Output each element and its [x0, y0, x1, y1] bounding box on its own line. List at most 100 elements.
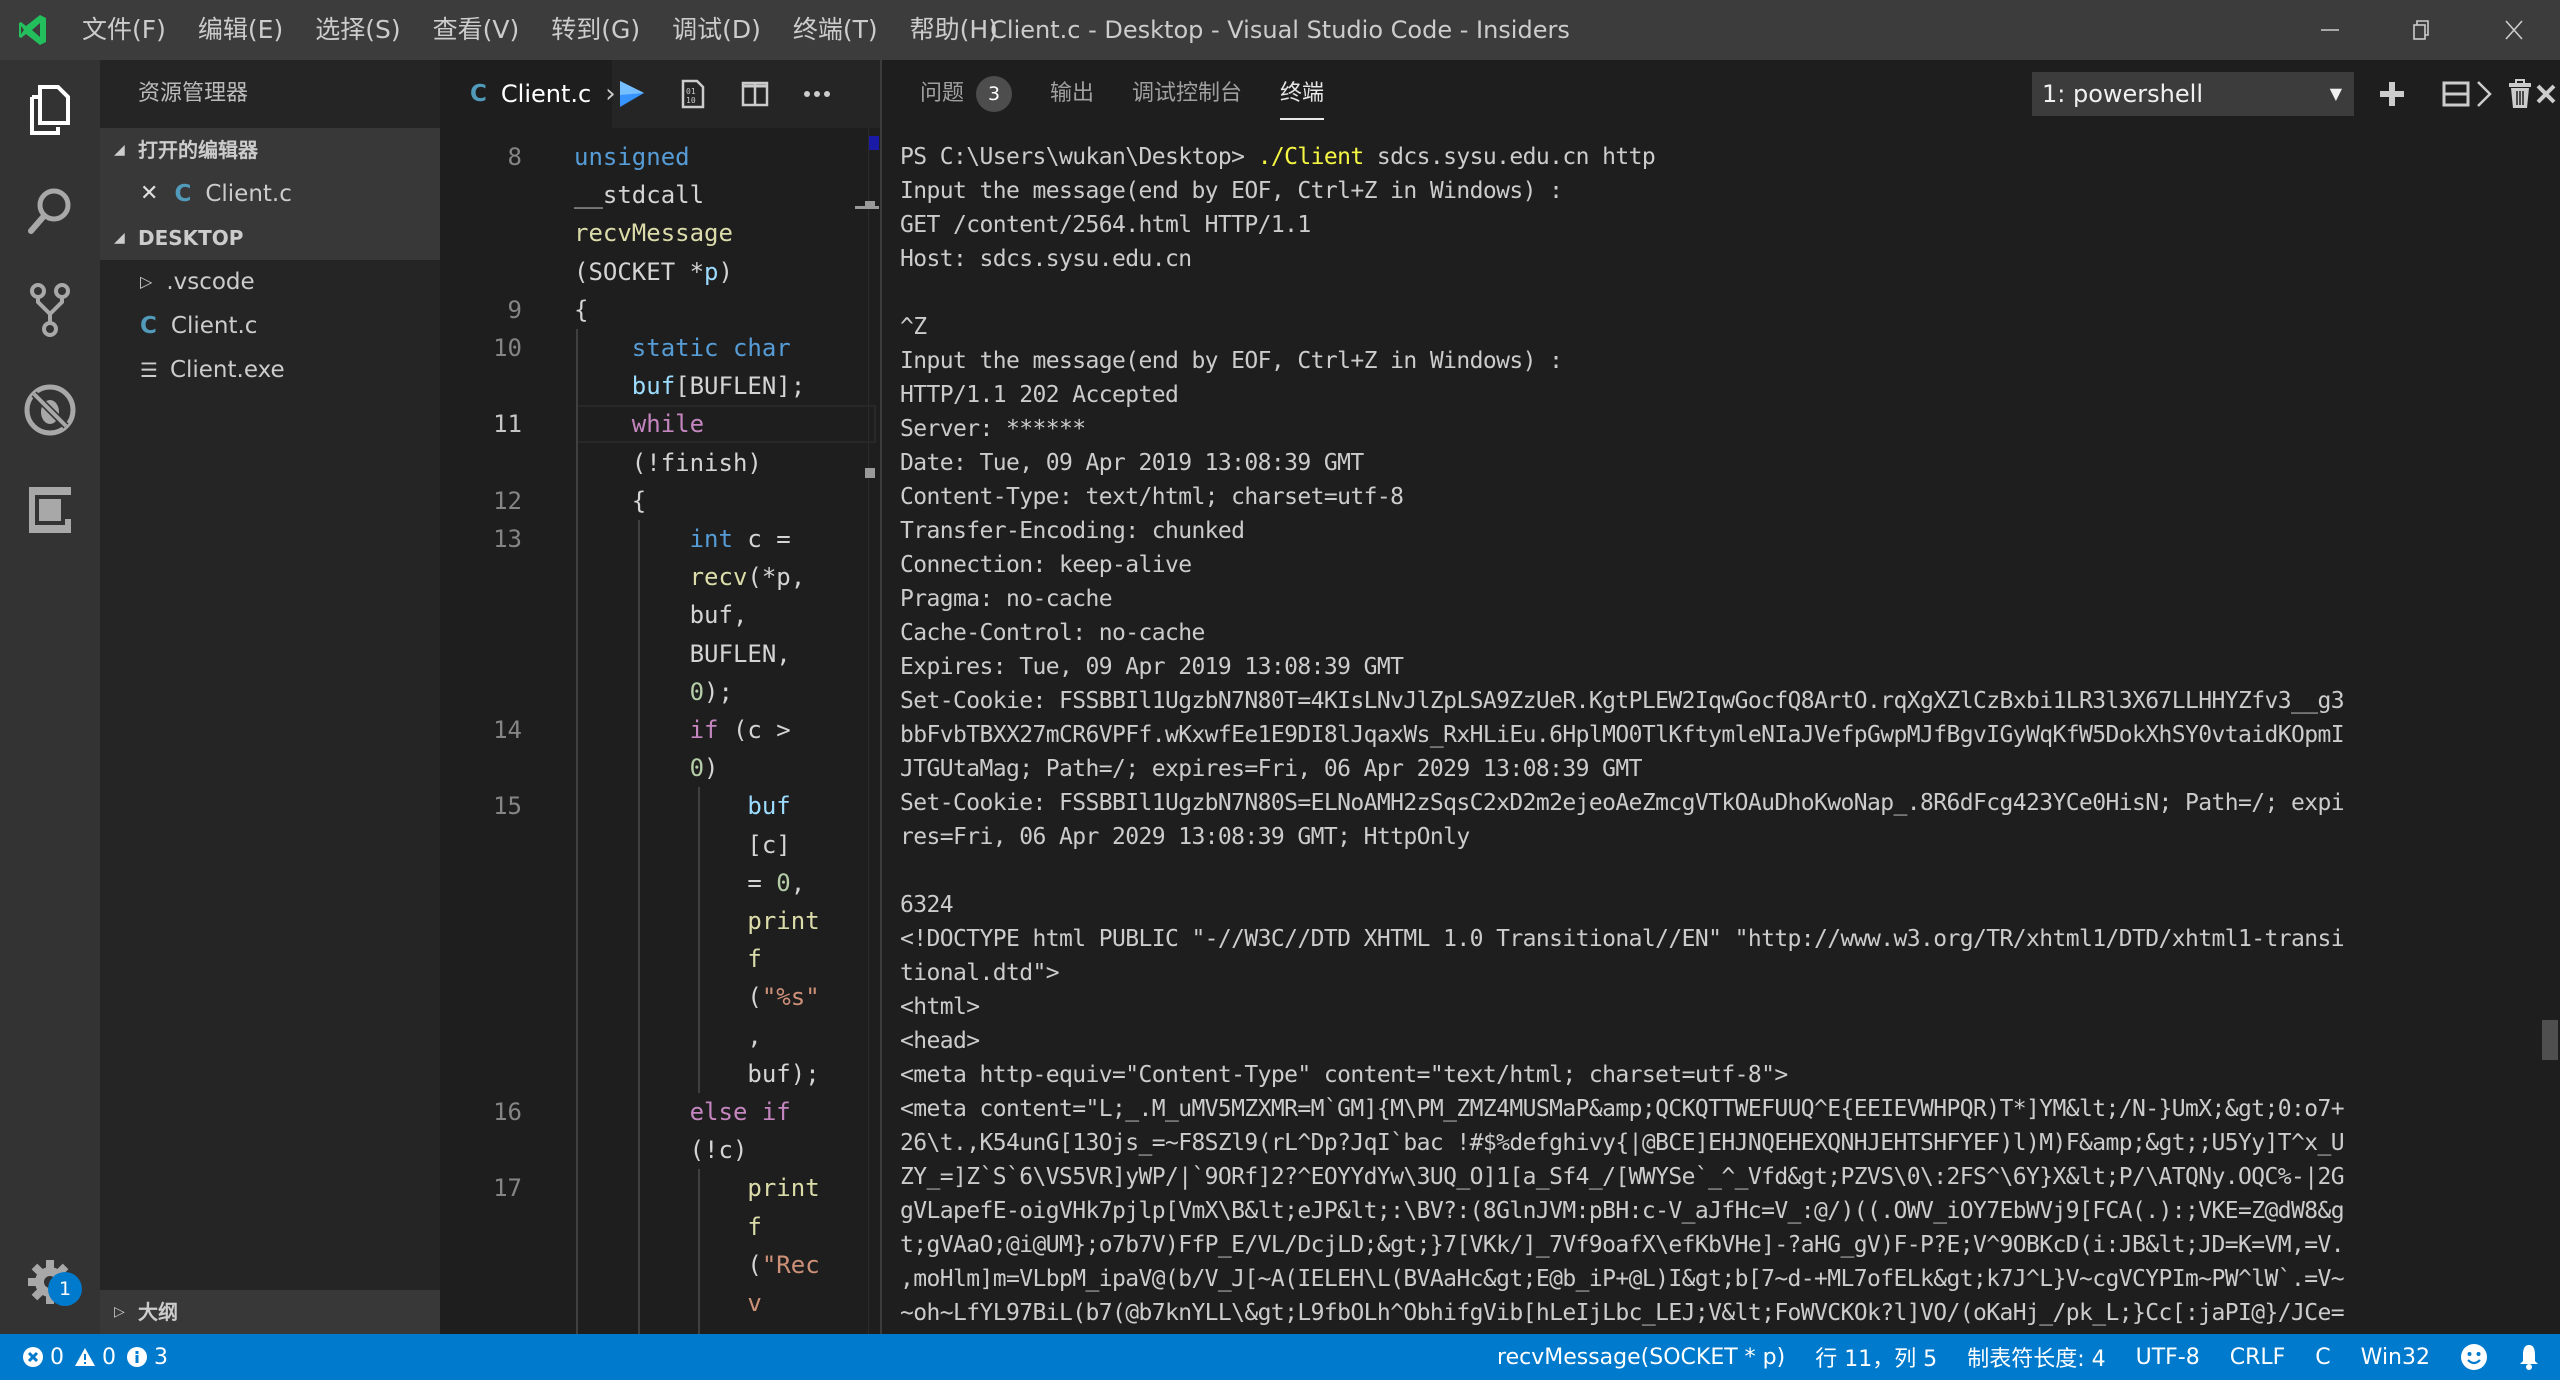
code-token: "%s"	[761, 983, 820, 1012]
folder-header[interactable]: ◢ DESKTOP	[100, 216, 440, 260]
code-token: buf,	[574, 601, 748, 630]
tree-item-client-exe[interactable]: ☰ Client.exe	[100, 348, 440, 392]
line-number[interactable]: 15	[440, 787, 522, 825]
code-token: (*p,	[747, 563, 806, 592]
code-text: ("%s"	[574, 978, 820, 1016]
menu-selection[interactable]: 选择(S)	[299, 0, 416, 60]
terminal-scrollbar-thumb[interactable]	[2542, 1020, 2558, 1060]
terminal-output[interactable]: PS C:\Users\wukan\Desktop> ./Client sdcs…	[900, 140, 2536, 1330]
activity-search[interactable]	[0, 160, 100, 260]
terminal-command: ./Client	[1257, 144, 1365, 170]
status-encoding[interactable]: UTF-8	[2136, 1334, 2200, 1380]
editor-actions: 01 10	[600, 60, 848, 128]
activity-extensions[interactable]	[0, 460, 100, 560]
explorer-sidebar: 资源管理器 ◢ 打开的编辑器 ✕ C Client.c ◢ DESKTOP ▷ …	[100, 60, 440, 1334]
open-binary-button[interactable]: 01 10	[662, 60, 724, 128]
line-number[interactable]: 9	[440, 291, 522, 329]
source-control-icon	[30, 283, 70, 337]
status-eol[interactable]: CRLF	[2230, 1334, 2286, 1380]
open-editors-header[interactable]: ◢ 打开的编辑器	[100, 128, 440, 172]
terminal-line: <!DOCTYPE html PUBLIC "-//W3C//DTD XHTML…	[900, 926, 2345, 952]
activity-manage[interactable]: 1	[0, 1232, 100, 1332]
close-window-button[interactable]	[2468, 0, 2560, 60]
activity-debug[interactable]	[0, 360, 100, 460]
error-icon	[23, 1347, 43, 1367]
menu-file[interactable]: 文件(F)	[66, 0, 182, 60]
line-number[interactable]: 17	[440, 1169, 522, 1207]
open-editor-name: Client.c	[205, 181, 292, 207]
code-editor[interactable]: 8 unsigned __stdcall recvMessage (SOCKET *p)…	[440, 128, 880, 1334]
ellipsis-icon	[804, 91, 830, 97]
code-line: ("%s"	[440, 978, 880, 1016]
editor-tab-bar: C Client.c › 01 10	[440, 60, 880, 128]
code-token: ,	[790, 868, 806, 897]
activity-source-control[interactable]	[0, 260, 100, 360]
line-number[interactable]: 11	[440, 405, 522, 443]
tree-item-vscode[interactable]: ▷ .vscode	[100, 260, 440, 304]
tab-problems[interactable]: 问题 3	[920, 60, 1013, 128]
code-text: buf,	[574, 596, 748, 634]
close-icon	[2505, 20, 2523, 40]
code-token: buf	[747, 792, 791, 821]
menu-go[interactable]: 转到(G)	[535, 0, 656, 60]
minimize-button[interactable]	[2284, 0, 2376, 60]
outline-header[interactable]: ▷ 大纲	[100, 1290, 440, 1334]
new-terminal-button[interactable]	[2368, 70, 2416, 118]
tab-client-c[interactable]: C Client.c ›	[440, 60, 616, 128]
chevron-right-icon	[2477, 81, 2492, 107]
restore-button[interactable]	[2376, 0, 2468, 60]
close-editor-icon[interactable]: ✕	[140, 172, 158, 216]
line-number[interactable]: 13	[440, 520, 522, 558]
terminal-line: Pragma: no-cache	[900, 586, 1113, 612]
more-actions-button[interactable]	[786, 60, 848, 128]
code-line: ,	[440, 1017, 880, 1055]
status-platform[interactable]: Win32	[2361, 1334, 2430, 1380]
line-number[interactable]: 10	[440, 329, 522, 367]
folder-label: DESKTOP	[138, 226, 244, 250]
menu-view[interactable]: 查看(V)	[417, 0, 536, 60]
feedback-button[interactable]	[2460, 1334, 2488, 1380]
close-panel-button[interactable]	[2522, 70, 2560, 118]
code-text: buf	[574, 787, 791, 825]
split-editor-button[interactable]	[724, 60, 786, 128]
line-number[interactable]: 16	[440, 1093, 522, 1131]
menu-debug[interactable]: 调试(D)	[656, 0, 777, 60]
code-token: ,	[574, 1021, 762, 1050]
status-language[interactable]: C	[2315, 1334, 2330, 1380]
status-right: recvMessage(SOCKET * p) 行 11，列 5 制表符长度: …	[1467, 1334, 2540, 1380]
tree-item-client-c[interactable]: C Client.c	[100, 304, 440, 348]
code-token: int	[689, 525, 733, 553]
status-current-function[interactable]: recvMessage(SOCKET * p)	[1497, 1334, 1785, 1380]
menu-terminal[interactable]: 终端(T)	[777, 0, 894, 60]
debug-icon	[24, 384, 76, 436]
code-line: print	[440, 902, 880, 940]
line-number[interactable]: 8	[440, 138, 522, 176]
notifications-button[interactable]	[2518, 1334, 2540, 1380]
run-code-button[interactable]	[600, 60, 662, 128]
status-cursor-position[interactable]: 行 11，列 5	[1815, 1334, 1937, 1380]
code-token: print	[747, 1174, 820, 1203]
terminal-command-line: PS C:\Users\wukan\Desktop> ./Client sdcs…	[900, 140, 2536, 174]
status-tab-size[interactable]: 制表符长度: 4	[1967, 1334, 2105, 1380]
tab-debug-console[interactable]: 调试控制台	[1132, 60, 1242, 128]
code-text: [c]	[574, 826, 790, 864]
binary-file-icon: 0110	[681, 79, 705, 109]
tab-output[interactable]: 输出	[1050, 60, 1094, 128]
menu-edit[interactable]: 编辑(E)	[182, 0, 299, 60]
open-editor-item[interactable]: ✕ C Client.c	[100, 172, 440, 216]
maximize-panel-button[interactable]	[2460, 70, 2508, 118]
line-number[interactable]: 12	[440, 482, 522, 520]
code-token: (!finish)	[574, 448, 762, 477]
code-text: (!c)	[574, 1131, 748, 1169]
line-number[interactable]: 14	[440, 711, 522, 749]
tab-terminal[interactable]: 终端	[1280, 60, 1325, 128]
status-problems[interactable]: 0 0 3	[22, 1334, 178, 1380]
menu-help[interactable]: 帮助(H)	[894, 0, 1014, 60]
activity-explorer[interactable]	[0, 60, 100, 160]
terminal-select[interactable]: 1: powershell ▼	[2032, 72, 2354, 116]
